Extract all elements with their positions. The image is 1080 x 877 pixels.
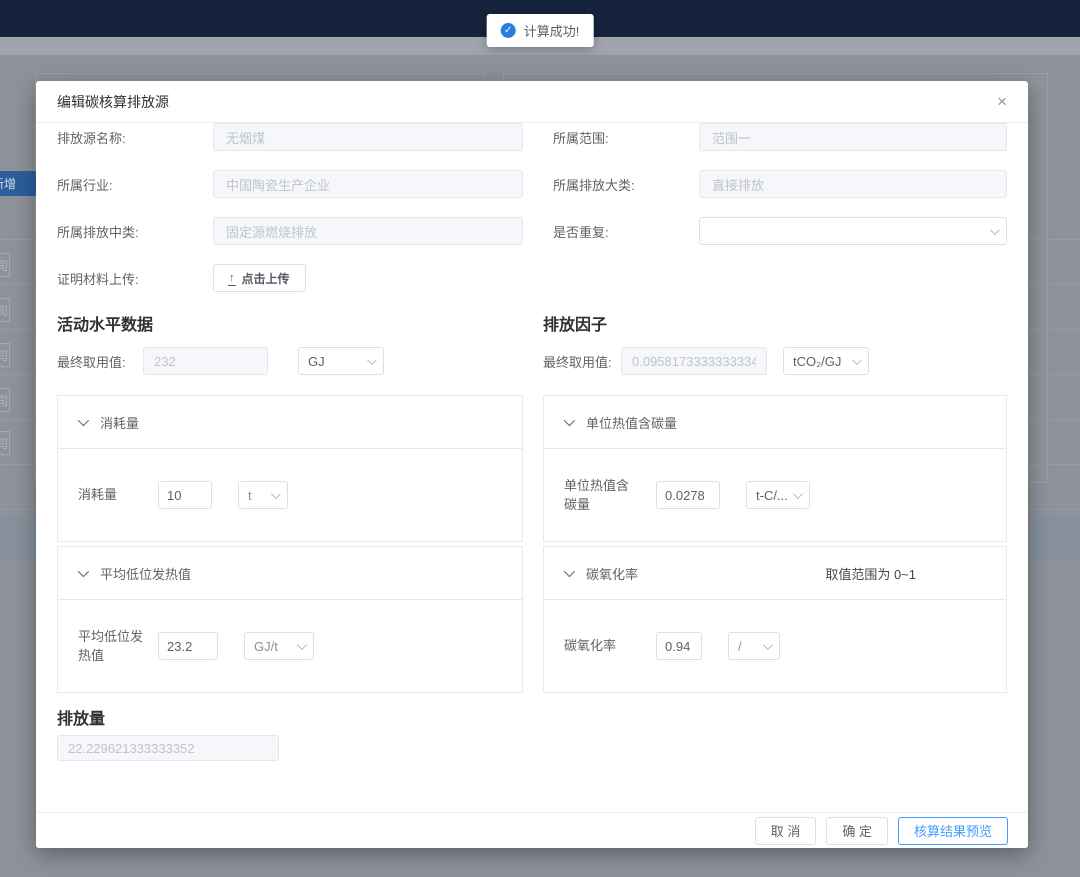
result-preview-button[interactable]: 核算结果预览	[898, 817, 1008, 845]
carbon-content-label: 单位热值含碳量	[564, 476, 634, 515]
collapse-chevron-icon	[78, 415, 89, 426]
chevron-down-icon	[852, 355, 862, 365]
form-row: 所属行业: 所属排放大类:	[57, 170, 1008, 198]
heating-value-unit-select[interactable]: GJ/t	[244, 632, 314, 660]
major-category-label: 所属排放大类:	[553, 175, 699, 194]
data-sections: 活动水平数据 最终取用值: GJ 消耗量 消耗量	[57, 311, 1007, 761]
collapse-chevron-icon	[564, 566, 575, 577]
cancel-button[interactable]: 取 消	[755, 817, 817, 845]
table-cell-fragment: 司	[0, 343, 10, 367]
middle-category-label: 所属排放中类:	[57, 222, 213, 241]
consumption-label: 消耗量	[78, 485, 158, 505]
form-row: 所属排放中类: 是否重复:	[57, 217, 1008, 245]
heating-value-panel-title: 平均低位发热值	[100, 564, 191, 583]
oxidation-rate-unit-select[interactable]: /	[728, 632, 780, 660]
close-icon[interactable]: ×	[997, 93, 1007, 110]
chevron-down-icon	[271, 489, 281, 499]
middle-category-input[interactable]	[213, 217, 523, 245]
heating-value-panel-body: 平均低位发热值 GJ/t	[58, 600, 522, 692]
collapse-chevron-icon	[78, 566, 89, 577]
success-toast: ✓ 计算成功!	[487, 14, 594, 47]
table-cell-fragment: 司	[0, 253, 10, 277]
consumption-unit-value: t	[248, 488, 252, 503]
carbon-content-panel-header[interactable]: 单位热值含碳量	[544, 396, 1006, 449]
heating-value-panel: 平均低位发热值 平均低位发热值 GJ/t	[57, 546, 523, 693]
factor-unit-value: tCO₂/GJ	[793, 354, 841, 369]
industry-input[interactable]	[213, 170, 523, 198]
scope-input[interactable]	[699, 123, 1007, 151]
check-circle-icon: ✓	[501, 23, 516, 38]
oxidation-rate-unit-value: /	[738, 639, 742, 654]
upload-button[interactable]: ↑ 点击上传	[213, 264, 306, 292]
consumption-panel-body: 消耗量 t	[58, 449, 522, 541]
confirm-button[interactable]: 确 定	[826, 817, 888, 845]
collapse-chevron-icon	[564, 415, 575, 426]
emission-factor-section: 排放因子 最终取用值: tCO₂/GJ 单位热值含碳量 单位热值含碳	[543, 311, 1007, 693]
table-cell-fragment: 司	[0, 298, 10, 322]
activity-data-section: 活动水平数据 最终取用值: GJ 消耗量 消耗量	[57, 311, 523, 761]
consumption-unit-select[interactable]: t	[238, 481, 288, 509]
app-stage: 新增 司 司 司 司 司 ✓ 计算成功! 编辑碳核算排放源 × 排放源名称: 所…	[0, 0, 1080, 877]
oxidation-rate-panel-header[interactable]: 碳氧化率 取值范围为 0~1	[544, 547, 1006, 600]
dialog-title: 编辑碳核算排放源	[57, 92, 169, 112]
consumption-panel: 消耗量 消耗量 t	[57, 395, 523, 542]
oxidation-rate-label: 碳氧化率	[564, 636, 634, 656]
chevron-down-icon	[297, 640, 307, 650]
oxidation-rate-input[interactable]	[656, 632, 702, 660]
chevron-down-icon	[763, 640, 773, 650]
activity-final-input[interactable]	[143, 347, 268, 375]
oxidation-rate-panel: 碳氧化率 取值范围为 0~1 碳氧化率 /	[543, 546, 1007, 693]
industry-label: 所属行业:	[57, 175, 213, 194]
edit-emission-source-dialog: 编辑碳核算排放源 × 排放源名称: 所属范围: 所属行业: 所属排放大类: 所属…	[36, 81, 1028, 848]
upload-button-label: 点击上传	[242, 270, 290, 287]
factor-section-title: 排放因子	[543, 311, 1007, 335]
heating-value-unit-value: GJ/t	[254, 639, 278, 654]
heating-value-panel-header[interactable]: 平均低位发热值	[58, 547, 522, 600]
dialog-header: 编辑碳核算排放源 ×	[36, 81, 1028, 123]
heating-value-label: 平均低位发热值	[78, 627, 148, 666]
carbon-content-unit-value: t-C/...	[756, 488, 788, 503]
add-emission-source-button[interactable]: 新增	[0, 171, 36, 196]
activity-unit-value: GJ	[308, 354, 325, 369]
activity-section-title: 活动水平数据	[57, 311, 523, 335]
form-row: 排放源名称: 所属范围:	[57, 123, 1008, 151]
oxidation-rate-range-note: 取值范围为 0~1	[825, 564, 916, 583]
table-cell-fragment: 司	[0, 388, 10, 412]
factor-final-input[interactable]	[621, 347, 767, 375]
scope-label: 所属范围:	[553, 128, 699, 147]
chevron-down-icon	[990, 225, 1000, 235]
emission-result-input[interactable]	[57, 735, 279, 761]
is-duplicate-label: 是否重复:	[553, 222, 699, 241]
toast-message: 计算成功!	[524, 21, 580, 40]
is-duplicate-select[interactable]	[699, 217, 1007, 245]
chevron-down-icon	[793, 489, 803, 499]
heating-value-input[interactable]	[158, 632, 218, 660]
oxidation-rate-panel-title: 碳氧化率	[586, 564, 638, 583]
dialog-footer: 取 消 确 定 核算结果预览	[36, 812, 1028, 848]
source-name-label: 排放源名称:	[57, 128, 213, 147]
upload-icon: ↑	[229, 273, 235, 284]
upload-label: 证明材料上传:	[57, 269, 213, 288]
consumption-input[interactable]	[158, 481, 212, 509]
consumption-panel-title: 消耗量	[100, 413, 139, 432]
factor-final-label: 最终取用值:	[543, 352, 621, 371]
table-cell-fragment: 司	[0, 431, 10, 455]
emission-section-title: 排放量	[57, 705, 523, 729]
factor-unit-select[interactable]: tCO₂/GJ	[783, 347, 869, 375]
factor-final-row: 最终取用值: tCO₂/GJ	[543, 347, 1007, 375]
activity-final-row: 最终取用值: GJ	[57, 347, 523, 375]
consumption-panel-header[interactable]: 消耗量	[58, 396, 522, 449]
chevron-down-icon	[367, 355, 377, 365]
form-row: 证明材料上传: ↑ 点击上传	[57, 264, 1008, 292]
carbon-content-input[interactable]	[656, 481, 720, 509]
carbon-content-unit-select[interactable]: t-C/...	[746, 481, 810, 509]
oxidation-rate-panel-body: 碳氧化率 /	[544, 600, 1006, 692]
activity-unit-select[interactable]: GJ	[298, 347, 384, 375]
carbon-content-panel: 单位热值含碳量 单位热值含碳量 t-C/...	[543, 395, 1007, 542]
carbon-content-panel-body: 单位热值含碳量 t-C/...	[544, 449, 1006, 541]
carbon-content-panel-title: 单位热值含碳量	[586, 413, 677, 432]
activity-final-label: 最终取用值:	[57, 352, 143, 371]
source-name-input[interactable]	[213, 123, 523, 151]
major-category-input[interactable]	[699, 170, 1007, 198]
